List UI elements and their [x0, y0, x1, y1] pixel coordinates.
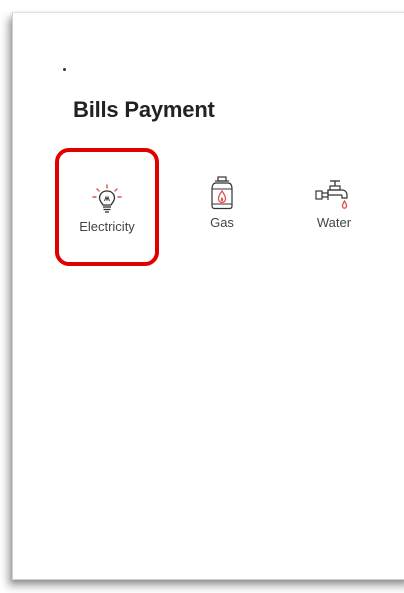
water-tap-icon	[304, 162, 364, 210]
gas-cylinder-icon	[192, 162, 252, 210]
lightbulb-icon	[59, 166, 155, 214]
decorative-dot	[63, 68, 66, 71]
category-label: Gas	[210, 215, 234, 230]
category-label: Electricity	[79, 219, 135, 234]
app-screen: Bills Payment	[12, 12, 404, 580]
page-title: Bills Payment	[73, 97, 215, 122]
category-label: Water	[316, 215, 352, 230]
category-gas[interactable]: Gas	[192, 162, 252, 231]
category-water[interactable]: Water	[304, 162, 364, 231]
category-electricity[interactable]: Electricity	[55, 148, 159, 266]
